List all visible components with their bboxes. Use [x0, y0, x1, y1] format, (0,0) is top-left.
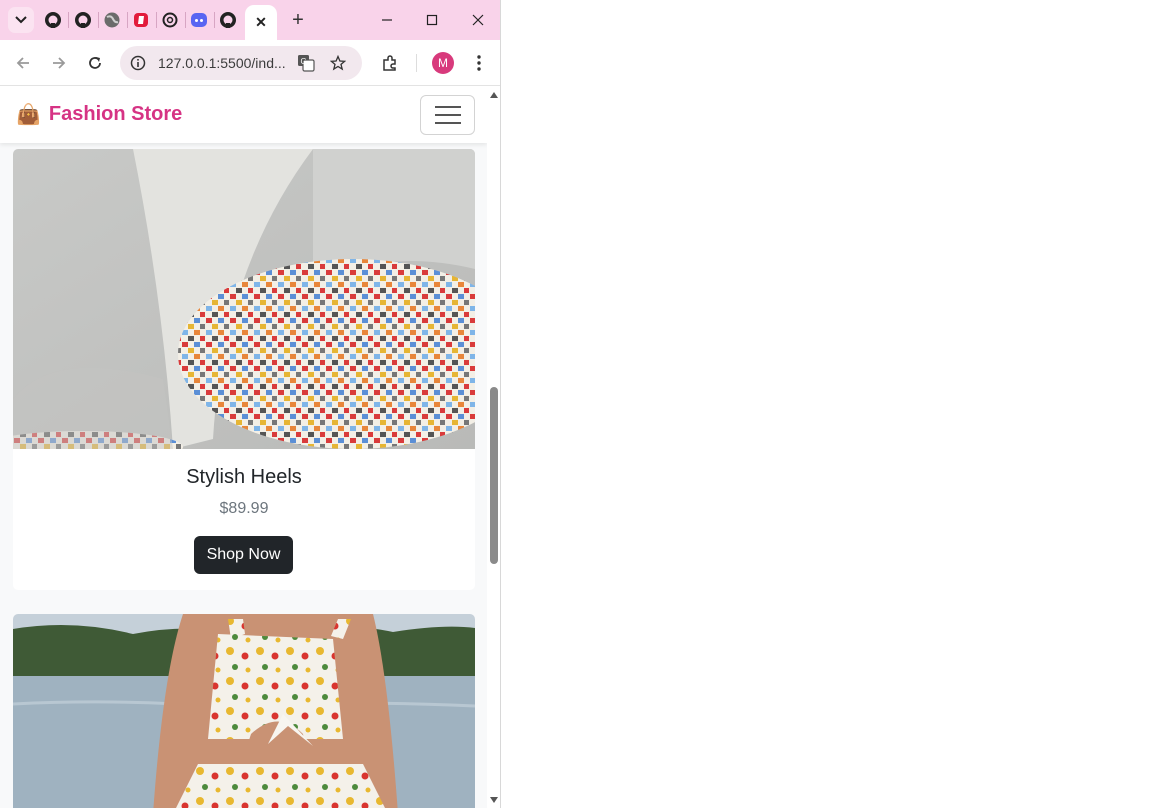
product-image — [13, 149, 475, 449]
tab-github-1[interactable] — [41, 8, 65, 32]
kebab-menu-icon — [477, 55, 481, 71]
globe-icon — [104, 12, 120, 28]
tab-globe[interactable] — [100, 8, 124, 32]
tab-github-3[interactable] — [216, 8, 240, 32]
tab-separator — [127, 12, 128, 28]
minimize-icon — [382, 19, 392, 21]
back-button[interactable] — [7, 47, 39, 79]
scroll-up-arrow-icon[interactable] — [489, 91, 499, 99]
new-tab-button[interactable]: + — [286, 8, 310, 32]
page-scrollbar[interactable] — [487, 87, 500, 808]
discord-icon — [191, 13, 207, 27]
arrow-right-icon — [53, 57, 66, 69]
translate-icon[interactable]: G — [297, 54, 315, 72]
shop-now-button[interactable]: Shop Now — [194, 536, 293, 574]
reload-icon — [89, 57, 101, 69]
close-icon — [472, 14, 484, 26]
product-image — [13, 614, 475, 808]
tab-openai[interactable] — [158, 8, 182, 32]
active-tab[interactable]: ✕ — [245, 5, 277, 40]
scroll-down-arrow-icon[interactable] — [489, 796, 499, 804]
close-tab-icon[interactable]: ✕ — [255, 14, 267, 31]
openai-icon — [162, 12, 178, 28]
tab-separator — [156, 12, 157, 28]
maximize-button[interactable] — [410, 4, 454, 36]
github-icon — [220, 12, 236, 28]
svg-text:G: G — [301, 57, 307, 66]
tab-separator — [185, 12, 186, 28]
browser-menu-button[interactable] — [463, 47, 495, 79]
tab-separator — [214, 12, 215, 28]
tab-red-app[interactable] — [129, 8, 153, 32]
address-bar[interactable]: 127.0.0.1:5500/ind... G — [120, 46, 362, 80]
maximize-icon — [426, 14, 438, 26]
product-price: $89.99 — [219, 500, 269, 517]
extensions-button[interactable] — [374, 47, 406, 79]
page-viewport: 👜 Fashion Store Stylish Heels $89.99 Sho… — [0, 87, 487, 808]
product-card: Stylish Heels $89.99 Shop Now — [13, 149, 475, 590]
navbar-toggler[interactable] — [420, 95, 475, 135]
product-card — [13, 614, 475, 808]
chevron-down-icon — [15, 16, 27, 24]
tab-separator — [98, 12, 99, 28]
product-title: Stylish Heels — [186, 466, 302, 488]
handbag-icon: 👜 — [16, 104, 41, 126]
close-window-button[interactable] — [456, 4, 500, 36]
red-app-icon — [134, 13, 148, 27]
scrollbar-thumb[interactable] — [490, 387, 498, 564]
tab-search-button[interactable] — [8, 7, 34, 33]
github-icon — [75, 12, 91, 28]
browser-window: ✕ + 127.0.0.1:5500/ind... G M 👜 Fashion … — [0, 0, 501, 808]
arrow-left-icon — [16, 57, 29, 69]
brand-name: Fashion Store — [48, 103, 183, 125]
star-icon[interactable] — [330, 55, 346, 71]
github-icon — [45, 12, 61, 28]
minimize-button[interactable] — [365, 4, 409, 36]
tab-separator — [68, 12, 69, 28]
tab-github-2[interactable] — [71, 8, 95, 32]
reload-button[interactable] — [79, 47, 111, 79]
site-navbar: 👜 Fashion Store — [0, 87, 487, 143]
site-info-icon[interactable] — [130, 55, 146, 71]
toolbar-divider — [416, 54, 417, 72]
brand-link[interactable]: 👜 Fashion Store — [16, 102, 182, 127]
browser-toolbar: 127.0.0.1:5500/ind... G M — [0, 40, 500, 86]
puzzle-icon — [383, 55, 396, 71]
hamburger-icon — [434, 106, 461, 124]
tab-discord[interactable] — [187, 8, 211, 32]
tab-strip: ✕ + — [0, 0, 500, 40]
forward-button[interactable] — [43, 47, 75, 79]
profile-avatar[interactable]: M — [432, 52, 454, 74]
url-text[interactable]: 127.0.0.1:5500/ind... — [158, 55, 286, 71]
